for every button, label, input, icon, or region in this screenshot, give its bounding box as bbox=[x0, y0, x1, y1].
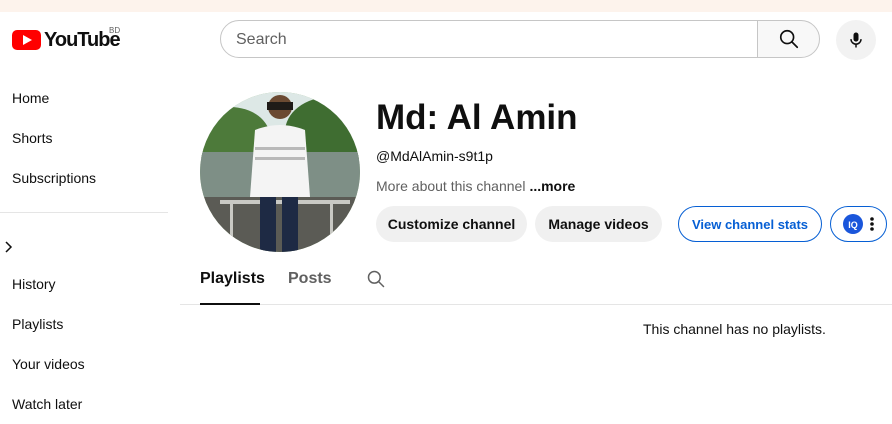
extension-button[interactable]: IQ bbox=[830, 206, 887, 242]
search-icon bbox=[367, 270, 385, 288]
sidebar-item-playlists[interactable]: Playlists bbox=[0, 304, 63, 344]
youtube-play-icon bbox=[12, 30, 41, 50]
sidebar-item-label: Subscriptions bbox=[12, 170, 97, 186]
channel-avatar[interactable] bbox=[200, 92, 360, 252]
search-input[interactable] bbox=[221, 21, 738, 59]
channel-about[interactable]: More about this channel ...more bbox=[376, 178, 575, 194]
tab-playlists[interactable]: Playlists bbox=[200, 270, 265, 288]
sidebar-item-home[interactable]: Home bbox=[0, 78, 49, 118]
sidebar-item-label: Your videos bbox=[12, 356, 85, 372]
search-box bbox=[220, 20, 758, 59]
more-vert-icon bbox=[870, 217, 874, 231]
more-link[interactable]: ...more bbox=[529, 178, 575, 194]
about-text: More about this channel bbox=[376, 178, 526, 194]
country-code: BD bbox=[109, 26, 121, 35]
microphone-icon bbox=[850, 32, 862, 48]
tab-search-button[interactable] bbox=[366, 269, 386, 294]
avatar-photo bbox=[200, 92, 360, 252]
sidebar-item-shorts[interactable]: Shorts bbox=[0, 118, 52, 158]
sidebar-item-subscriptions[interactable]: Subscriptions bbox=[0, 158, 96, 198]
channel-tabs: Playlists Posts bbox=[180, 262, 892, 305]
search-button[interactable] bbox=[757, 20, 820, 58]
extension-icon: IQ bbox=[843, 214, 863, 234]
sidebar-item-your-videos[interactable]: Your videos bbox=[0, 344, 85, 384]
youtube-logo[interactable]: YouTube bbox=[12, 28, 121, 52]
sidebar-expand-button[interactable] bbox=[4, 240, 14, 258]
top-banner-strip bbox=[0, 0, 892, 12]
tab-posts[interactable]: Posts bbox=[288, 270, 332, 288]
sidebar-item-label: Playlists bbox=[12, 316, 64, 332]
sidebar-item-watch-later[interactable]: Watch later bbox=[0, 384, 82, 424]
channel-name: Md: Al Amin bbox=[376, 98, 578, 137]
search-icon bbox=[779, 29, 798, 49]
chevron-right-icon bbox=[5, 241, 13, 253]
sidebar-item-label: History bbox=[12, 276, 56, 292]
svg-text:IQ: IQ bbox=[848, 220, 858, 230]
channel-handle: @MdAlAmin-s9t1p bbox=[376, 148, 493, 164]
customize-channel-button[interactable]: Customize channel bbox=[376, 206, 527, 242]
sidebar-item-history[interactable]: History bbox=[0, 264, 56, 304]
view-channel-stats-button[interactable]: View channel stats bbox=[678, 206, 822, 242]
manage-videos-button[interactable]: Manage videos bbox=[535, 206, 662, 242]
empty-playlists-message: This channel has no playlists. bbox=[643, 321, 826, 337]
sidebar-item-label: Watch later bbox=[12, 396, 83, 412]
sidebar-item-label: Home bbox=[12, 90, 50, 106]
sidebar-divider bbox=[0, 212, 168, 213]
voice-search-button[interactable] bbox=[836, 20, 876, 60]
active-tab-indicator bbox=[200, 303, 260, 305]
sidebar-item-label: Shorts bbox=[12, 130, 53, 146]
